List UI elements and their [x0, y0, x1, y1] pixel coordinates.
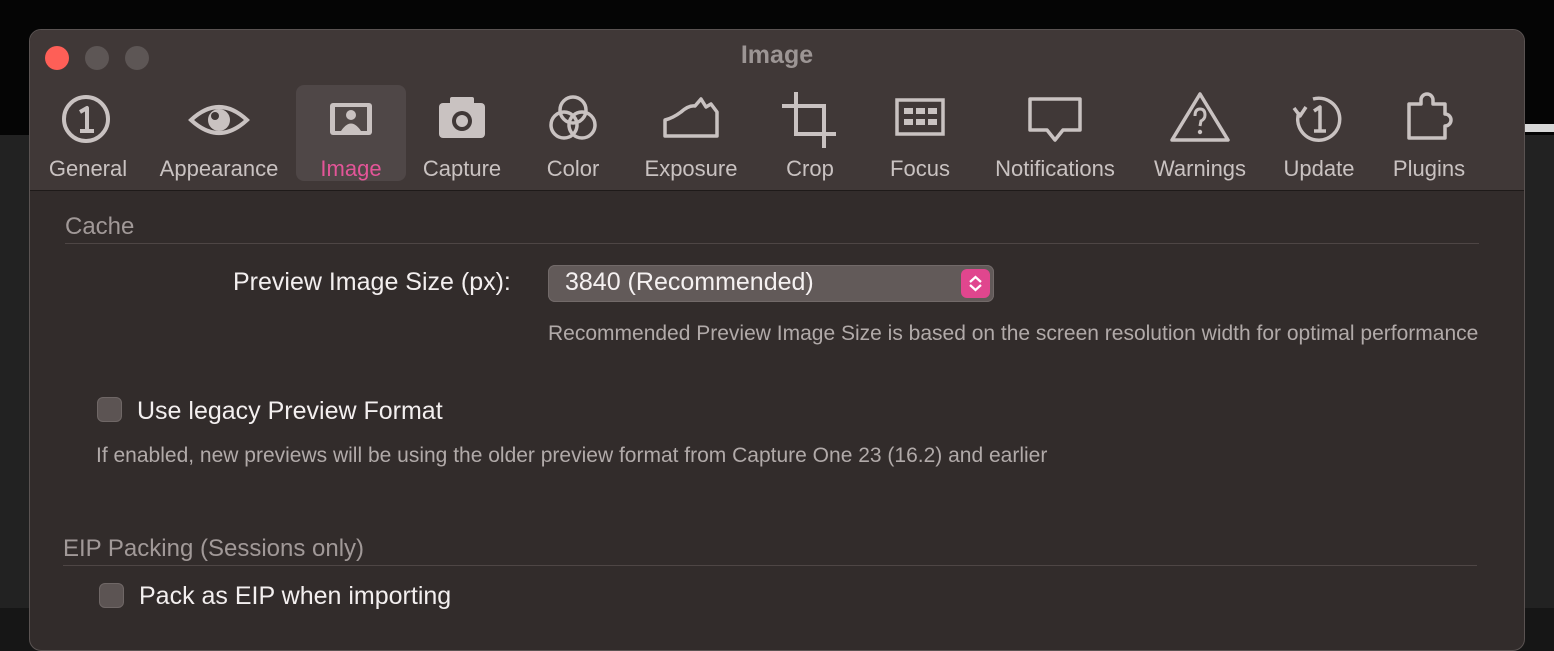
- tab-warnings[interactable]: Warnings: [1151, 85, 1249, 181]
- tab-notifications-label: Notifications: [995, 156, 1115, 181]
- legacy-preview-hint: If enabled, new previews will be using t…: [96, 444, 1048, 467]
- tab-image[interactable]: Image: [296, 85, 406, 181]
- section-header-cache: Cache: [65, 213, 135, 240]
- color-circles-icon: [549, 95, 597, 140]
- update-circular-icon: [1292, 96, 1342, 142]
- tab-color-label: Color: [546, 156, 600, 181]
- tab-general-label: General: [48, 156, 128, 181]
- tab-focus[interactable]: Focus: [878, 85, 962, 181]
- preferences-window: Image General Appearance Image Capture C…: [29, 29, 1525, 651]
- tab-plugins-label: Plugins: [1392, 156, 1466, 181]
- tab-crop[interactable]: Crop: [768, 85, 852, 181]
- tab-exposure[interactable]: Exposure: [642, 85, 740, 181]
- pack-eip-label[interactable]: Pack as EIP when importing: [139, 582, 451, 611]
- tab-update[interactable]: Update: [1278, 85, 1360, 181]
- tab-exposure-label: Exposure: [644, 156, 738, 181]
- preview-size-select[interactable]: 3840 (Recommended): [548, 265, 994, 302]
- warning-triangle-icon: [1170, 92, 1230, 142]
- eye-icon: [188, 105, 250, 135]
- legacy-preview-label[interactable]: Use legacy Preview Format: [137, 397, 443, 426]
- preview-size-hint: Recommended Preview Image Size is based …: [548, 322, 1479, 345]
- section-header-eip: EIP Packing (Sessions only): [63, 535, 365, 562]
- tab-capture-label: Capture: [422, 156, 502, 181]
- tab-plugins[interactable]: Plugins: [1387, 85, 1471, 181]
- legacy-preview-checkbox[interactable]: [97, 397, 122, 422]
- crop-icon: [782, 92, 836, 148]
- tab-capture[interactable]: Capture: [415, 85, 509, 181]
- tab-crop-label: Crop: [786, 156, 834, 181]
- puzzle-piece-icon: [1407, 92, 1453, 140]
- chevron-updown-icon[interactable]: [961, 269, 990, 298]
- section-divider: [63, 565, 1477, 566]
- preview-size-value: 3840 (Recommended): [565, 268, 814, 296]
- tab-notifications[interactable]: Notifications: [990, 85, 1120, 181]
- tab-warnings-label: Warnings: [1153, 156, 1247, 181]
- pack-eip-checkbox[interactable]: [99, 583, 124, 608]
- tab-focus-label: Focus: [890, 156, 950, 181]
- speech-bubble-icon: [1028, 97, 1082, 142]
- tab-color[interactable]: Color: [530, 85, 616, 181]
- focus-grid-icon: [895, 98, 945, 136]
- section-divider: [65, 243, 1479, 244]
- exposure-histogram-icon: [663, 97, 719, 138]
- tab-appearance[interactable]: Appearance: [155, 85, 283, 181]
- circled-1-icon: [62, 95, 110, 143]
- preview-size-label: Preview Image Size (px):: [233, 268, 511, 296]
- title-toolbar: Image General Appearance Image Capture C…: [30, 30, 1524, 191]
- window-title: Image: [740, 41, 814, 69]
- tab-general[interactable]: General: [44, 85, 132, 181]
- camera-icon: [439, 97, 485, 138]
- image-portrait-icon: [330, 103, 372, 135]
- tab-update-label: Update: [1283, 156, 1355, 181]
